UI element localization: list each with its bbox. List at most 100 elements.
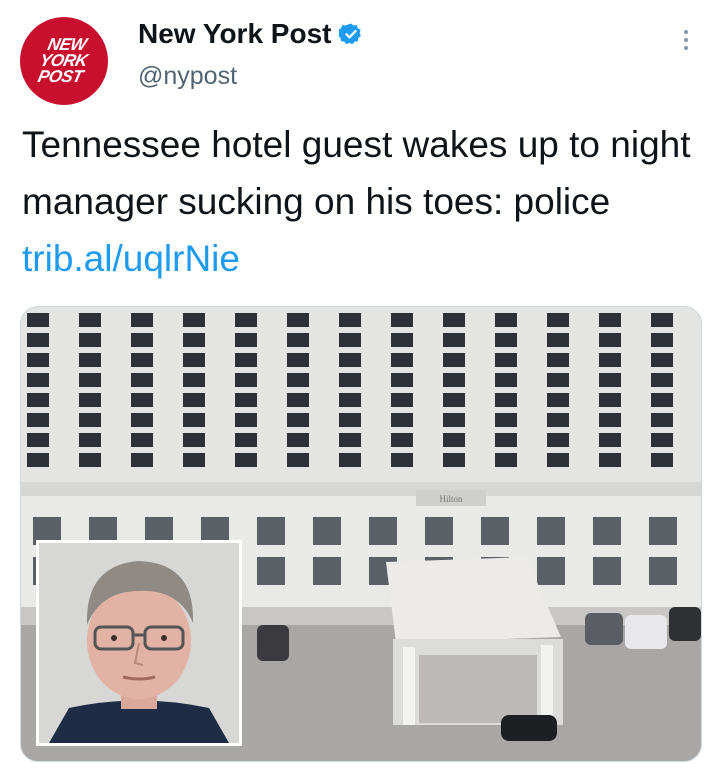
window bbox=[235, 413, 257, 427]
window bbox=[495, 433, 517, 447]
window bbox=[599, 373, 621, 387]
window bbox=[443, 313, 465, 327]
window bbox=[391, 453, 413, 467]
window bbox=[651, 393, 673, 407]
lower-window bbox=[593, 517, 621, 545]
window bbox=[651, 333, 673, 347]
window bbox=[547, 333, 569, 347]
window bbox=[287, 433, 309, 447]
tweet-body: Tennessee hotel guest wakes up to night … bbox=[22, 124, 691, 222]
window bbox=[443, 333, 465, 347]
window bbox=[339, 373, 361, 387]
window bbox=[651, 313, 673, 327]
nypost-logo: NEW YORK POST bbox=[35, 35, 92, 86]
window bbox=[651, 373, 673, 387]
lower-window bbox=[425, 517, 453, 545]
window bbox=[287, 373, 309, 387]
window bbox=[183, 393, 205, 407]
window bbox=[495, 373, 517, 387]
window bbox=[183, 353, 205, 367]
lower-window bbox=[369, 517, 397, 545]
window bbox=[27, 373, 49, 387]
window bbox=[183, 413, 205, 427]
lower-window bbox=[481, 517, 509, 545]
window bbox=[391, 353, 413, 367]
window bbox=[235, 333, 257, 347]
window bbox=[79, 333, 101, 347]
hotel-sign: Hilton bbox=[439, 494, 463, 504]
window bbox=[79, 353, 101, 367]
window bbox=[547, 453, 569, 467]
window bbox=[287, 453, 309, 467]
window bbox=[131, 433, 153, 447]
lower-window bbox=[257, 517, 285, 545]
window bbox=[599, 453, 621, 467]
window bbox=[391, 373, 413, 387]
window bbox=[27, 333, 49, 347]
more-options-icon[interactable] bbox=[676, 26, 696, 62]
window bbox=[235, 453, 257, 467]
window bbox=[287, 333, 309, 347]
window bbox=[547, 433, 569, 447]
window bbox=[79, 413, 101, 427]
window bbox=[391, 313, 413, 327]
window bbox=[235, 373, 257, 387]
window bbox=[27, 393, 49, 407]
window bbox=[339, 333, 361, 347]
window bbox=[235, 353, 257, 367]
window bbox=[79, 393, 101, 407]
window bbox=[495, 413, 517, 427]
window bbox=[651, 453, 673, 467]
window bbox=[443, 433, 465, 447]
window bbox=[131, 373, 153, 387]
window bbox=[27, 453, 49, 467]
window bbox=[131, 313, 153, 327]
tweet-header: NEW YORK POST New York Post @nypost bbox=[0, 0, 720, 110]
lower-window bbox=[313, 557, 341, 585]
window bbox=[131, 453, 153, 467]
window bbox=[391, 333, 413, 347]
window bbox=[391, 393, 413, 407]
window bbox=[547, 313, 569, 327]
window bbox=[391, 433, 413, 447]
window bbox=[599, 413, 621, 427]
window bbox=[495, 313, 517, 327]
window bbox=[599, 333, 621, 347]
avatar[interactable]: NEW YORK POST bbox=[20, 17, 108, 105]
lower-window bbox=[593, 557, 621, 585]
window bbox=[339, 453, 361, 467]
window bbox=[183, 313, 205, 327]
lower-window bbox=[537, 557, 565, 585]
window bbox=[339, 313, 361, 327]
window bbox=[339, 413, 361, 427]
window bbox=[547, 353, 569, 367]
window bbox=[651, 433, 673, 447]
window bbox=[27, 353, 49, 367]
window bbox=[235, 433, 257, 447]
window bbox=[599, 433, 621, 447]
lower-window bbox=[257, 557, 285, 585]
window bbox=[287, 353, 309, 367]
window bbox=[339, 433, 361, 447]
window bbox=[443, 373, 465, 387]
window bbox=[339, 393, 361, 407]
window bbox=[79, 373, 101, 387]
tweet-text: Tennessee hotel guest wakes up to night … bbox=[22, 116, 702, 287]
window bbox=[443, 393, 465, 407]
tweet-link[interactable]: trib.al/uqlrNie bbox=[22, 238, 240, 279]
window bbox=[599, 393, 621, 407]
lower-window bbox=[537, 517, 565, 545]
window bbox=[547, 393, 569, 407]
window bbox=[547, 413, 569, 427]
window bbox=[27, 313, 49, 327]
display-name[interactable]: New York Post bbox=[138, 18, 331, 50]
window bbox=[27, 433, 49, 447]
window bbox=[443, 413, 465, 427]
window bbox=[287, 393, 309, 407]
lower-window bbox=[313, 517, 341, 545]
window bbox=[651, 353, 673, 367]
window bbox=[495, 453, 517, 467]
lower-window bbox=[649, 557, 677, 585]
window bbox=[547, 373, 569, 387]
handle[interactable]: @nypost bbox=[138, 62, 237, 91]
